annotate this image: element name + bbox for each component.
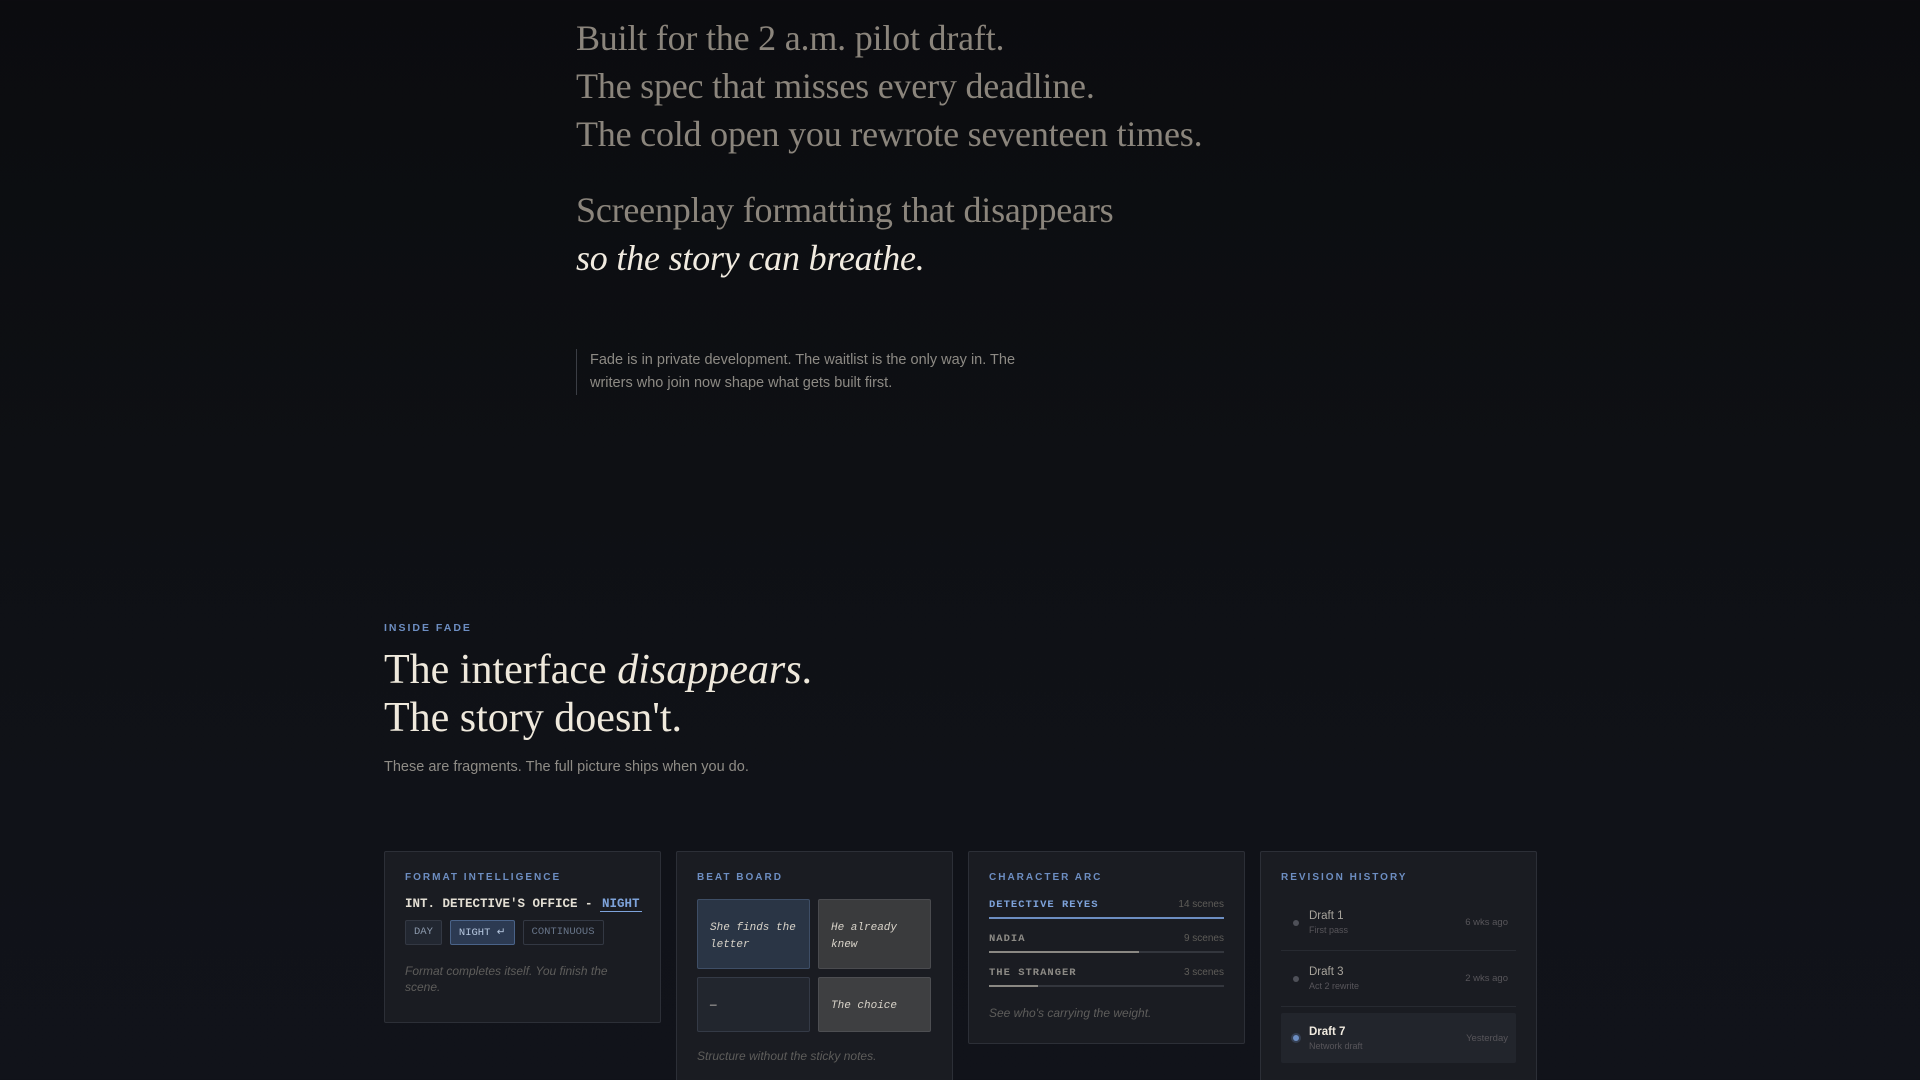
card-caption: Structure without the sticky notes.: [697, 1049, 877, 1063]
character-row[interactable]: NADIA 9 scenes: [989, 933, 1224, 953]
arc-fill: [989, 951, 1140, 953]
beat-card[interactable]: He already knew: [818, 899, 931, 969]
format-intelligence-card: FORMAT INTELLIGENCE INT. DETECTIVE'S OFF…: [384, 851, 661, 1023]
revision-info: Draft 7 Network draft: [1309, 1026, 1466, 1051]
beat-tag: [710, 988, 797, 998]
arc-fill: [989, 985, 1039, 987]
revision-dot-icon: [1293, 1035, 1299, 1041]
revision-dot-icon: [1293, 975, 1299, 982]
revision-info: Draft 1 First pass: [1309, 910, 1465, 935]
beat-text: The choice: [831, 1000, 898, 1012]
beat-grid: She finds the letter He already knew — T…: [697, 899, 932, 1032]
headline-text: The interface: [384, 647, 618, 693]
option-continuous[interactable]: CONTINUOUS: [522, 920, 604, 945]
character-name: NADIA: [989, 933, 1026, 945]
card-caption: See who's carrying the weight.: [989, 1006, 1152, 1020]
revision-item[interactable]: Draft 3 Act 2 rewrite 2 wks ago: [1281, 951, 1516, 1007]
time-of-day-options: DAY NIGHT ↵ CONTINUOUS: [405, 920, 640, 945]
character-name: DETECTIVE REYES: [989, 899, 1099, 911]
beat-text: —: [710, 1000, 717, 1012]
waitlist-note-text: Fade is in private development. The wait…: [590, 352, 1016, 391]
headline-text: .: [801, 647, 813, 693]
arc-track: [989, 917, 1224, 919]
beat-card[interactable]: She finds the letter: [697, 899, 810, 969]
beat-card[interactable]: —: [697, 977, 810, 1032]
beat-board-card: BEAT BOARD She finds the letter He alrea…: [676, 851, 953, 1080]
revision-info: Draft 3 Act 2 rewrite: [1309, 966, 1465, 991]
revision-note: First pass: [1309, 925, 1349, 935]
revision-item[interactable]: Draft 7 Network draft Yesterday: [1281, 1013, 1516, 1063]
beat-tag: [831, 910, 918, 920]
character-row-head: DETECTIVE REYES 14 scenes: [989, 899, 1224, 911]
character-name: THE STRANGER: [989, 967, 1077, 979]
character-row-head: NADIA 9 scenes: [989, 933, 1224, 945]
arc-track: [989, 951, 1224, 953]
beat-tag: [710, 910, 797, 920]
card-title: REVISION HISTORY: [1281, 872, 1408, 883]
scene-count: 9 scenes: [1183, 933, 1224, 944]
character-row-head: THE STRANGER 3 scenes: [989, 967, 1224, 979]
headline-line2: The story doesn't.: [384, 695, 683, 741]
arc-track: [989, 985, 1224, 987]
hero-statement: Screenplay formatting that disappears: [576, 190, 1114, 230]
revision-time: 6 wks ago: [1465, 917, 1508, 928]
revision-history-card: REVISION HISTORY Draft 1 First pass 6 wks …: [1260, 851, 1537, 1080]
revision-note: Network draft: [1309, 1040, 1363, 1051]
card-caption: Format completes itself. You finish the …: [405, 964, 608, 994]
revision-time: 2 wks ago: [1465, 973, 1508, 984]
scene-heading-highlight: NIGHT: [600, 897, 642, 912]
character-row[interactable]: THE STRANGER 3 scenes: [989, 967, 1224, 987]
beat-text: He already knew: [831, 922, 898, 951]
hero-line: The cold open you rewrote seventeen time…: [576, 114, 1203, 154]
revision-dot-icon: [1293, 919, 1299, 926]
hero-line: The spec that misses every deadline.: [576, 66, 1095, 106]
card-title: FORMAT INTELLIGENCE: [405, 872, 562, 883]
revision-list: Draft 1 First pass 6 wks ago Draft 3 Act 2 r…: [1281, 895, 1516, 1063]
revision-name: Draft 7: [1309, 1025, 1346, 1038]
character-row[interactable]: DETECTIVE REYES 14 scenes: [989, 899, 1224, 919]
hero: Built for the 2 a.m. pilot draft. The sp…: [576, 14, 1336, 282]
revision-name: Draft 1: [1309, 910, 1344, 922]
section-subtitle: These are fragments. The full picture sh…: [384, 759, 749, 775]
beat-card[interactable]: The choice: [818, 977, 931, 1032]
revision-note: Act 2 rewrite: [1309, 981, 1360, 991]
scene-count: 3 scenes: [1183, 967, 1224, 978]
character-arc-card: CHARACTER ARC DETECTIVE REYES 14 scenes NA…: [968, 851, 1245, 1044]
section-headline: The interface disappears. The story does…: [384, 646, 1536, 742]
revision-name: Draft 3: [1309, 966, 1344, 978]
revision-time: Yesterday: [1466, 1032, 1508, 1044]
option-day[interactable]: DAY: [405, 920, 442, 945]
revision-item[interactable]: Draft 1 First pass 6 wks ago: [1281, 895, 1516, 951]
scene-heading-text: INT. DETECTIVE'S OFFICE -: [405, 897, 601, 911]
hero-statement-italic: so the story can breathe.: [576, 238, 925, 278]
character-list: DETECTIVE REYES 14 scenes NADIA 9 scenes THE…: [989, 899, 1224, 987]
inside-section: INSIDE FADE The interface disappears. Th…: [384, 622, 1536, 775]
waitlist-note: Fade is in private development. The wait…: [576, 349, 1016, 395]
card-title: BEAT BOARD: [697, 872, 783, 883]
hero-line: Built for the 2 a.m. pilot draft.: [576, 18, 1005, 58]
beat-tag: [831, 988, 918, 998]
arc-fill: [989, 917, 1224, 919]
headline-italic: disappears: [617, 647, 802, 693]
section-eyebrow: INSIDE FADE: [384, 622, 472, 634]
scene-count: 14 scenes: [1178, 899, 1224, 910]
option-night[interactable]: NIGHT ↵: [449, 920, 515, 945]
card-title: CHARACTER ARC: [989, 872, 1103, 883]
scene-heading[interactable]: INT. DETECTIVE'S OFFICE - NIGHT: [405, 897, 642, 912]
beat-text: She finds the letter: [710, 922, 796, 951]
